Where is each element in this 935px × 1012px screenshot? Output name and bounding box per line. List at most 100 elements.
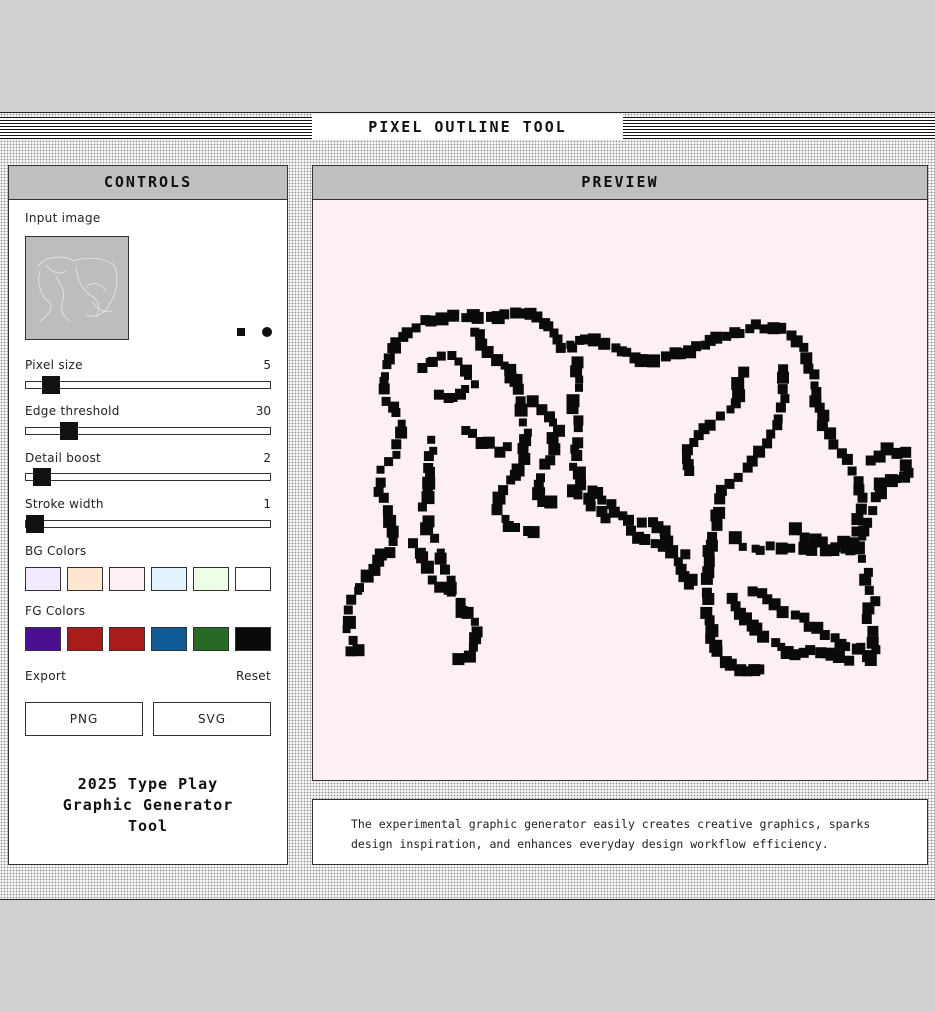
outline-pixel [702, 545, 715, 557]
square-shape-toggle-icon[interactable] [237, 328, 245, 336]
outline-pixel [733, 472, 743, 482]
outline-pixel [681, 444, 693, 456]
detail-boost-slider[interactable] [25, 468, 271, 486]
outline-pixel [434, 581, 446, 593]
export-png-button[interactable]: PNG [25, 702, 143, 736]
pixel-size-slider[interactable] [25, 376, 271, 394]
outline-pixel [423, 451, 434, 462]
bg-color-swatch-5[interactable] [193, 567, 229, 591]
outline-pixel [382, 505, 393, 516]
outline-pixel [354, 586, 363, 595]
fg-color-swatch-1[interactable] [25, 627, 61, 651]
outline-pixel [512, 383, 524, 395]
outline-pixel [828, 439, 839, 450]
outline-pixel [704, 615, 715, 626]
outline-pixel [862, 602, 875, 615]
pixel-size-slider-thumb[interactable] [41, 376, 60, 394]
outline-pixel [434, 552, 447, 565]
outline-pixel [840, 544, 850, 554]
outline-pixel [447, 309, 460, 322]
description-line-2: design inspiration, and enhances everyda… [351, 837, 829, 851]
outline-pixel [742, 462, 753, 473]
fg-color-swatch-6[interactable] [235, 627, 271, 651]
app-title: PIXEL OUTLINE TOOL [312, 114, 623, 140]
bg-color-swatch-6[interactable] [235, 567, 271, 591]
outline-pixel [851, 541, 865, 555]
fg-color-swatch-3[interactable] [109, 627, 145, 651]
outline-pixel [799, 532, 810, 543]
outline-pixel [454, 357, 463, 366]
outline-pixel [343, 605, 353, 615]
input-image-thumbnail[interactable] [25, 236, 129, 340]
outline-pixel [446, 587, 456, 597]
outline-pixel [440, 564, 450, 575]
outline-pixel [775, 402, 786, 413]
outline-pixel [401, 327, 413, 339]
outline-pixel [884, 474, 898, 488]
outline-pixel [754, 664, 765, 675]
outline-pixel [859, 573, 872, 586]
reset-button[interactable]: Reset [236, 669, 271, 683]
outline-pixel [492, 491, 506, 505]
outline-pixel [427, 356, 438, 367]
export-svg-button[interactable]: SVG [153, 702, 271, 736]
outline-pixel [841, 642, 851, 652]
outline-pixel [433, 389, 444, 400]
fg-color-swatch-5[interactable] [193, 627, 229, 651]
outline-pixel [775, 542, 788, 555]
outline-pixel [703, 556, 715, 568]
outline-pixel [855, 503, 867, 515]
outline-pixel [710, 509, 723, 522]
outline-pixel [571, 450, 583, 461]
outline-pixel [425, 315, 437, 327]
outline-pixel [555, 342, 566, 353]
outline-pixel [780, 394, 790, 404]
outline-pixel [864, 654, 877, 666]
outline-pixel [799, 612, 810, 623]
stroke-width-label: Stroke width [25, 497, 104, 511]
stroke-width-slider[interactable] [25, 515, 271, 533]
outline-pixel [714, 493, 726, 505]
stroke-width-slider-thumb[interactable] [26, 515, 44, 533]
outline-pixel [499, 309, 510, 320]
stroke-width-value: 1 [263, 497, 271, 511]
detail-boost-slider-thumb[interactable] [32, 468, 51, 486]
outline-pixel [527, 526, 540, 539]
outline-pixel [470, 380, 479, 389]
circle-shape-toggle-icon[interactable] [262, 327, 272, 337]
outline-pixel [468, 428, 477, 438]
outline-pixel [420, 522, 434, 536]
edge-threshold-slider[interactable] [25, 422, 271, 440]
bg-color-swatch-1[interactable] [25, 567, 61, 591]
bg-colors-label: BG Colors [25, 544, 87, 558]
outline-pixel [346, 594, 357, 605]
outline-pixel [515, 308, 526, 319]
outline-pixel [786, 543, 796, 553]
outline-pixel [691, 341, 702, 352]
outline-pixel [443, 393, 454, 403]
edge-threshold-slider-thumb[interactable] [59, 422, 78, 440]
outline-pixel [546, 432, 559, 445]
bg-color-swatch-3[interactable] [109, 567, 145, 591]
outline-pixel [573, 423, 583, 433]
bg-color-swatch-2[interactable] [67, 567, 103, 591]
outline-pixel [636, 517, 647, 528]
outline-pixel [573, 490, 583, 500]
outline-pixel [735, 329, 745, 338]
outline-pixel [468, 642, 478, 652]
outline-pixel [861, 614, 872, 624]
app-window: PIXEL OUTLINE TOOL CONTROLS Input image … [0, 112, 935, 900]
outline-pixel [463, 650, 476, 663]
outline-pixel [506, 475, 516, 485]
outline-pixel [726, 405, 735, 414]
outline-pixel [544, 495, 558, 509]
fg-color-swatch-4[interactable] [151, 627, 187, 651]
outline-pixel [731, 377, 745, 390]
outline-pixel [647, 354, 660, 368]
outline-pixel [900, 446, 912, 458]
fg-color-swatch-2[interactable] [67, 627, 103, 651]
outline-pixel [684, 466, 695, 476]
bg-color-swatch-4[interactable] [151, 567, 187, 591]
outline-pixel [567, 342, 578, 353]
outline-pixel [384, 457, 394, 467]
